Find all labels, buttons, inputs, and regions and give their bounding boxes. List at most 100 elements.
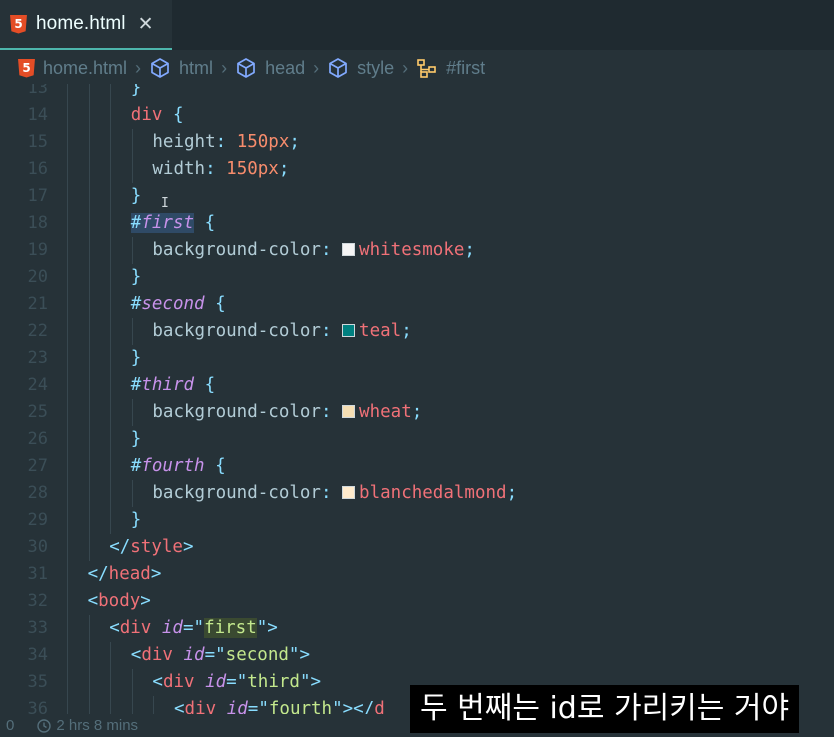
- code-token: d: [374, 699, 385, 714]
- code-token: }: [130, 267, 142, 287]
- code-token: third: [247, 672, 300, 692]
- code-line[interactable]: 31 </head>: [0, 561, 834, 588]
- code-token: :: [320, 321, 343, 341]
- code-line[interactable]: 23}: [0, 345, 834, 372]
- indent-guide: [67, 156, 68, 183]
- code-line[interactable]: 14 div {: [0, 102, 834, 129]
- code-line[interactable]: 27 #fourth {: [0, 453, 834, 480]
- code-content: #fourth {: [131, 453, 226, 480]
- code-token: >: [150, 564, 162, 584]
- line-number: 33: [27, 618, 48, 638]
- breadcrumb-item-html[interactable]: html: [149, 57, 213, 79]
- code-token: div: [184, 699, 217, 714]
- code-token: ;: [464, 240, 475, 260]
- code-content: background-color: whitesmoke;: [152, 237, 475, 264]
- code-content: width: 150px;: [152, 156, 289, 183]
- color-swatch[interactable]: [342, 243, 356, 256]
- html5-file-icon: 5: [10, 14, 27, 34]
- code-line[interactable]: 28 background-color: blanchedalmond;: [0, 480, 834, 507]
- code-token: second: [225, 645, 289, 665]
- indent-guide: [88, 642, 90, 669]
- line-number: 25: [27, 402, 48, 422]
- color-swatch[interactable]: [342, 324, 356, 337]
- code-token: :: [205, 159, 227, 179]
- code-line[interactable]: 22 background-color: teal;: [0, 318, 834, 345]
- chevron-right-icon: ›: [402, 57, 409, 78]
- indent-guide: [131, 669, 133, 696]
- breadcrumb-item-file[interactable]: 5 home.html: [18, 58, 127, 79]
- code-line[interactable]: 13}: [0, 84, 834, 102]
- history-icon: [37, 718, 52, 733]
- code-token: >: [267, 618, 278, 638]
- breadcrumb-item-head[interactable]: head: [235, 57, 305, 79]
- indent-guide: [67, 669, 68, 696]
- indent-guide: [67, 129, 68, 156]
- indent-guide: [67, 318, 68, 345]
- code-editor[interactable]: 13} 14 div {15 height: 150px; 16 width: 150px…: [0, 84, 834, 714]
- line-number: 17: [27, 186, 48, 206]
- breadcrumb-item-selector[interactable]: #first: [416, 57, 485, 79]
- chevron-right-icon: ›: [221, 57, 228, 78]
- code-token: {: [204, 213, 216, 233]
- code-content: }: [131, 507, 142, 534]
- indent-guide: [67, 426, 68, 453]
- code-content: }: [131, 345, 142, 372]
- code-token: ": [299, 672, 311, 692]
- time-tracker[interactable]: 2 hrs 8 mins: [36, 717, 138, 734]
- code-line[interactable]: 30 </style>: [0, 534, 834, 561]
- code-line[interactable]: 25 background-color: wheat;: [0, 399, 834, 426]
- code-token: ": [332, 699, 343, 714]
- code-token: 150px: [226, 159, 279, 179]
- code-line[interactable]: 32 <body>: [0, 588, 834, 615]
- code-content: </head>: [88, 561, 162, 588]
- code-content: background-color: teal;: [152, 318, 411, 345]
- code-token: <: [109, 618, 120, 638]
- code-line[interactable]: 33 <div id="first">: [0, 615, 834, 642]
- code-line[interactable]: 15 height: 150px;: [0, 129, 834, 156]
- close-icon[interactable]: ✕: [138, 13, 154, 35]
- code-line[interactable]: 26}: [0, 426, 834, 453]
- indent-guide: [110, 480, 112, 507]
- indent-guide: [88, 84, 90, 102]
- color-swatch[interactable]: [342, 405, 356, 418]
- code-line[interactable]: 21 #second {: [0, 291, 834, 318]
- code-token: {: [172, 105, 184, 125]
- code-token: {: [215, 294, 226, 314]
- code-token: }: [130, 186, 142, 206]
- breadcrumb-label: head: [265, 57, 306, 78]
- indent-guide: [67, 183, 68, 210]
- line-number: 21: [27, 294, 48, 314]
- breadcrumb-label: html: [179, 57, 214, 78]
- code-token: ": [256, 618, 268, 638]
- code-line[interactable]: 20}: [0, 264, 834, 291]
- code-token: <: [152, 672, 163, 692]
- cube-icon: [237, 58, 255, 78]
- code-token: <: [130, 645, 142, 665]
- code-line[interactable]: 18 #first {: [0, 210, 834, 237]
- indent-guide: [131, 156, 133, 183]
- indent-guide: [88, 372, 90, 399]
- indent-guide: [110, 318, 112, 345]
- code-line[interactable]: 24 #third {: [0, 372, 834, 399]
- indent-guide: [88, 480, 90, 507]
- indent-guide: [153, 696, 155, 714]
- code-token: div: [119, 618, 152, 638]
- code-content: height: 150px;: [152, 129, 300, 156]
- cube-icon: [329, 58, 347, 78]
- code-token: =: [204, 645, 216, 665]
- code-line[interactable]: 19 background-color: whitesmoke;: [0, 237, 834, 264]
- code-line[interactable]: 17}: [0, 183, 834, 210]
- tab-home-html[interactable]: 5 home.html ✕: [0, 0, 172, 50]
- indent-guide: [88, 291, 90, 318]
- breadcrumb-item-style[interactable]: style: [327, 57, 394, 79]
- code-line[interactable]: 29}: [0, 507, 834, 534]
- code-line[interactable]: 34 <div id="second">: [0, 642, 834, 669]
- code-token: ;: [401, 321, 412, 341]
- code-line[interactable]: 16 width: 150px;: [0, 156, 834, 183]
- indent-guide: [88, 102, 90, 129]
- code-token: third: [141, 375, 195, 395]
- color-swatch[interactable]: [342, 486, 356, 499]
